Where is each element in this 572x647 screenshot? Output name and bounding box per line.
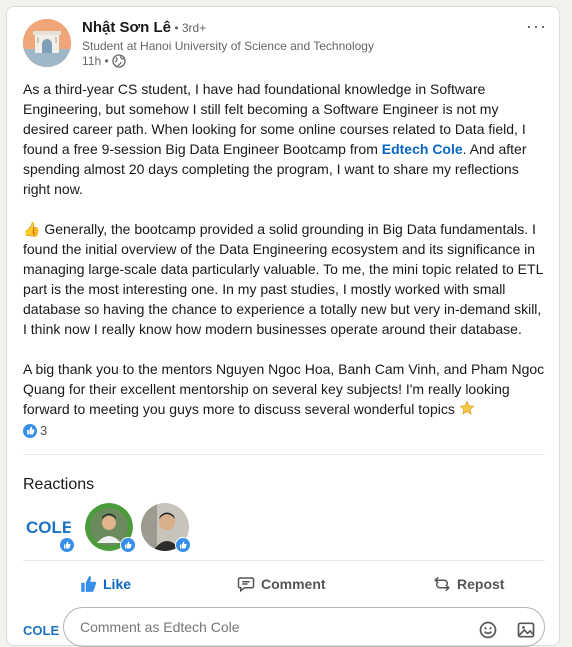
post-header: Nhật Sơn Lê • 3rd+ Student at Hanoi Univ… bbox=[23, 17, 553, 71]
reaction-count: 3 bbox=[40, 423, 48, 438]
image-icon[interactable] bbox=[516, 620, 536, 640]
connection-degree: • 3rd+ bbox=[171, 21, 207, 35]
author-headline: Student at Hanoi University of Science a… bbox=[82, 39, 374, 53]
comment-icon bbox=[237, 577, 255, 593]
post-time: 11h • bbox=[82, 54, 109, 68]
post-time-row: 11h • bbox=[82, 54, 126, 68]
comment-input[interactable] bbox=[78, 618, 462, 636]
like-badge-icon bbox=[175, 537, 191, 553]
svg-text:COLE: COLE bbox=[26, 518, 71, 537]
like-label: Like bbox=[103, 576, 132, 592]
mention-link[interactable]: Edtech Cole bbox=[382, 141, 463, 157]
like-reaction-icon bbox=[23, 423, 37, 438]
emoji-icon[interactable] bbox=[478, 620, 498, 640]
divider bbox=[23, 560, 545, 561]
star-emoji-icon bbox=[459, 400, 475, 415]
more-options-icon[interactable]: ··· bbox=[526, 17, 547, 35]
comment-button[interactable]: Comment bbox=[237, 565, 326, 603]
author-avatar[interactable] bbox=[23, 19, 71, 67]
like-badge-icon bbox=[59, 537, 75, 553]
svg-text:COLE: COLE bbox=[23, 623, 59, 638]
divider bbox=[23, 454, 545, 455]
repost-button[interactable]: Repost bbox=[433, 565, 504, 603]
globe-icon bbox=[112, 54, 126, 68]
post-paragraph-2: 👍 Generally, the bootcamp provided a sol… bbox=[23, 219, 548, 339]
repost-label: Repost bbox=[457, 576, 505, 592]
post-paragraph-3: A big thank you to the mentors Nguyen Ng… bbox=[23, 359, 548, 419]
thumbs-up-icon bbox=[81, 576, 97, 592]
reactions-heading: Reactions bbox=[23, 476, 95, 493]
author-name-row: Nhật Sơn Lê • 3rd+ bbox=[82, 19, 206, 36]
author-name[interactable]: Nhật Sơn Lê bbox=[82, 19, 171, 36]
post-body: As a third-year CS student, I have had f… bbox=[23, 79, 548, 419]
post-text: Generally, the bootcamp provided a solid… bbox=[23, 221, 543, 337]
comment-label: Comment bbox=[261, 576, 326, 592]
commenter-avatar[interactable]: COLE bbox=[23, 619, 59, 639]
like-badge-icon bbox=[120, 537, 136, 553]
thumbs-up-emoji-icon: 👍 bbox=[23, 221, 41, 237]
comment-input-box[interactable] bbox=[63, 607, 545, 647]
post-card: Nhật Sơn Lê • 3rd+ Student at Hanoi Univ… bbox=[6, 6, 560, 647]
arch-photo-icon bbox=[23, 19, 71, 67]
action-bar: Like Comment Repost bbox=[23, 565, 545, 603]
like-button[interactable]: Like bbox=[79, 565, 131, 603]
cole-logo-icon: COLE bbox=[23, 623, 59, 638]
repost-icon bbox=[434, 576, 450, 592]
reactions-summary[interactable]: 3 bbox=[23, 423, 47, 438]
post-paragraph-1: As a third-year CS student, I have had f… bbox=[23, 79, 548, 199]
